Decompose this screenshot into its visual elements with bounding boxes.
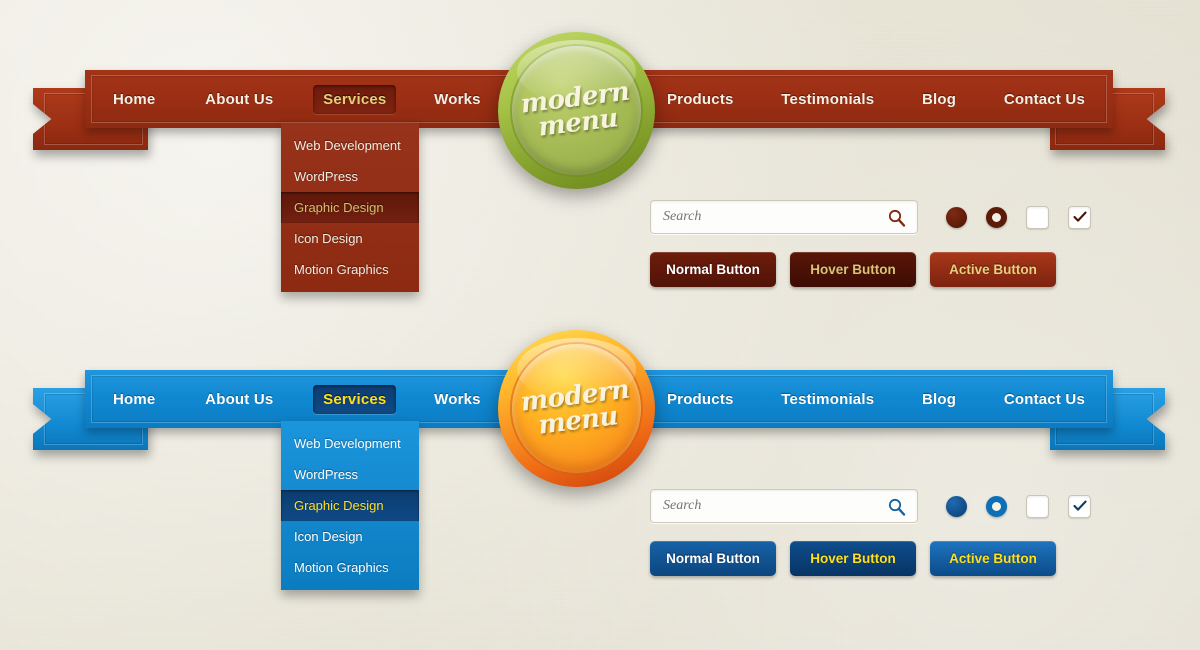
nav-item-services[interactable]: Services bbox=[313, 384, 397, 414]
button-row-red: Normal Button Hover Button Active Button bbox=[650, 252, 1091, 287]
form-controls-red bbox=[946, 205, 1091, 229]
badge-modern-menu-green[interactable]: modern menu bbox=[498, 32, 655, 189]
radio-unselected[interactable] bbox=[986, 206, 1007, 228]
checkbox-unchecked[interactable] bbox=[1026, 494, 1049, 518]
form-controls-blue bbox=[946, 494, 1091, 518]
nav-item-works[interactable]: Works bbox=[424, 85, 491, 114]
dropdown-item-wordpress[interactable]: WordPress bbox=[281, 161, 419, 192]
search-box-red[interactable] bbox=[650, 200, 918, 234]
check-icon bbox=[1072, 500, 1087, 511]
nav-item-blog[interactable]: Blog bbox=[912, 85, 966, 114]
badge-label: modern menu bbox=[519, 374, 633, 440]
search-input[interactable] bbox=[651, 201, 917, 233]
nav-item-home[interactable]: Home bbox=[103, 85, 165, 114]
widgets-blue: Normal Button Hover Button Active Button bbox=[650, 489, 1091, 576]
radio-selected[interactable] bbox=[946, 206, 967, 228]
search-icon[interactable] bbox=[887, 208, 907, 228]
search-input[interactable] bbox=[651, 490, 917, 522]
nav-item-blog[interactable]: Blog bbox=[912, 385, 966, 414]
badge-inner: modern menu bbox=[512, 344, 641, 473]
dropdown-item-motion-graphics[interactable]: Motion Graphics bbox=[281, 552, 419, 583]
badge-modern-menu-orange[interactable]: modern menu bbox=[498, 330, 655, 487]
widgets-red: Normal Button Hover Button Active Button bbox=[650, 200, 1091, 287]
radio-unselected[interactable] bbox=[986, 495, 1007, 517]
badge-inner: modern menu bbox=[512, 46, 641, 175]
nav-item-contact-us[interactable]: Contact Us bbox=[994, 85, 1095, 114]
nav-item-testimonials[interactable]: Testimonials bbox=[771, 385, 884, 414]
nav-item-about-us[interactable]: About Us bbox=[195, 85, 283, 114]
check-icon bbox=[1072, 211, 1087, 222]
normal-button[interactable]: Normal Button bbox=[650, 252, 776, 287]
button-row-blue: Normal Button Hover Button Active Button bbox=[650, 541, 1091, 576]
dropdown-item-web-development[interactable]: Web Development bbox=[281, 428, 419, 459]
dropdown-item-icon-design[interactable]: Icon Design bbox=[281, 521, 419, 552]
hover-button[interactable]: Hover Button bbox=[790, 541, 916, 576]
nav-item-contact-us[interactable]: Contact Us bbox=[994, 385, 1095, 414]
hover-button[interactable]: Hover Button bbox=[790, 252, 916, 287]
dropdown-item-web-development[interactable]: Web Development bbox=[281, 130, 419, 161]
dropdown-item-wordpress[interactable]: WordPress bbox=[281, 459, 419, 490]
canvas: Home About Us Services Works Products Te… bbox=[0, 0, 1200, 650]
dropdown-item-graphic-design[interactable]: Graphic Design bbox=[281, 192, 419, 223]
dropdown-services-blue: Web Development WordPress Graphic Design… bbox=[281, 421, 419, 590]
nav-item-home[interactable]: Home bbox=[103, 385, 165, 414]
nav-item-works[interactable]: Works bbox=[424, 385, 491, 414]
badge-label: modern menu bbox=[519, 76, 633, 142]
dropdown-item-graphic-design[interactable]: Graphic Design bbox=[281, 490, 419, 521]
normal-button[interactable]: Normal Button bbox=[650, 541, 776, 576]
radio-selected[interactable] bbox=[946, 495, 967, 517]
dropdown-services-red: Web Development WordPress Graphic Design… bbox=[281, 123, 419, 292]
nav-item-products[interactable]: Products bbox=[657, 85, 744, 114]
nav-item-testimonials[interactable]: Testimonials bbox=[771, 85, 884, 114]
dropdown-item-motion-graphics[interactable]: Motion Graphics bbox=[281, 254, 419, 285]
search-box-blue[interactable] bbox=[650, 489, 918, 523]
nav-item-about-us[interactable]: About Us bbox=[195, 385, 283, 414]
checkbox-checked[interactable] bbox=[1068, 205, 1091, 229]
dropdown-item-icon-design[interactable]: Icon Design bbox=[281, 223, 419, 254]
checkbox-checked[interactable] bbox=[1068, 494, 1091, 518]
nav-item-services[interactable]: Services bbox=[313, 84, 397, 114]
active-button[interactable]: Active Button bbox=[930, 541, 1056, 576]
checkbox-unchecked[interactable] bbox=[1026, 205, 1049, 229]
nav-item-products[interactable]: Products bbox=[657, 385, 744, 414]
active-button[interactable]: Active Button bbox=[930, 252, 1056, 287]
search-icon[interactable] bbox=[887, 497, 907, 517]
